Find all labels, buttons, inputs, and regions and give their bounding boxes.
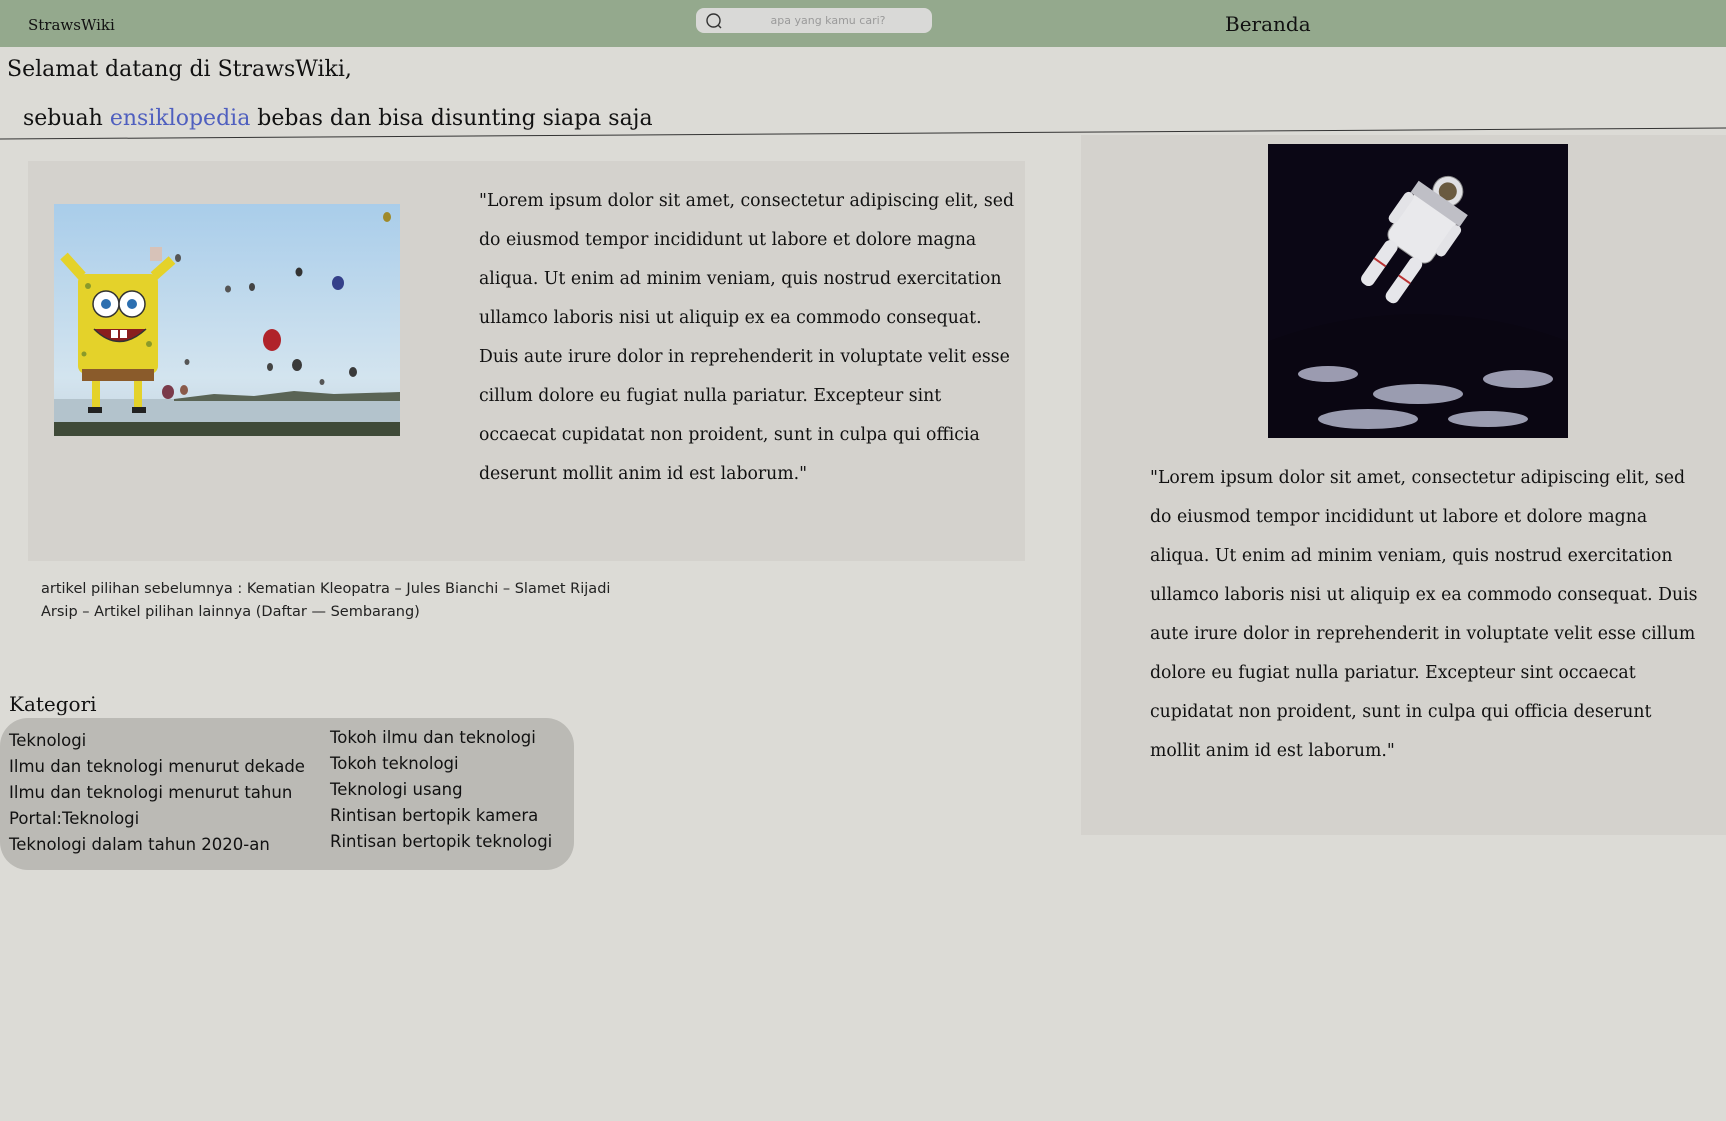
archive-row: Arsip – Artikel pilihan lainnya (Daftar … [41,604,420,620]
category-link[interactable]: Ilmu dan teknologi menurut tahun [9,780,305,806]
side-article-text: "Lorem ipsum dolor sit amet, consectetur… [1150,468,1698,761]
categories-left-column: Teknologi Ilmu dan teknologi menurut dek… [9,728,305,858]
side-article-panel: "Lorem ipsum dolor sit amet, consectetur… [1081,135,1726,835]
header-divider [0,127,1726,140]
prev-link-1[interactable]: Kematian Kleopatra [247,581,390,597]
astronaut-earth-photo [1268,144,1568,438]
category-link[interactable]: Rintisan bertopik teknologi [330,829,552,855]
list-link[interactable]: Daftar [261,604,306,620]
category-link[interactable]: Tokoh ilmu dan teknologi [330,725,552,751]
prev-link-3[interactable]: Slamet Rijadi [515,581,611,597]
category-link[interactable]: Teknologi [9,728,305,754]
category-link[interactable]: Rintisan bertopik kamera [330,803,552,829]
spongebob-balloon-photo [54,204,400,436]
archive-link[interactable]: Arsip [41,604,78,620]
previous-articles: artikel pilihan sebelumnya : Kematian Kl… [41,578,610,624]
category-link[interactable]: Teknologi usang [330,777,552,803]
previous-articles-row: artikel pilihan sebelumnya : Kematian Kl… [41,578,610,601]
categories-box: Teknologi Ilmu dan teknologi menurut dek… [0,718,574,870]
separator: – [389,581,407,597]
category-link[interactable]: Portal:Teknologi [9,806,305,832]
more-articles-link[interactable]: Artikel pilihan lainnya [94,604,251,620]
featured-article-text: "Lorem ipsum dolor sit amet, consectetur… [479,191,1015,484]
random-link[interactable]: Sembarang [331,604,415,620]
categories-right-column: Tokoh ilmu dan teknologi Tokoh teknologi… [330,725,552,855]
featured-article-panel: "Lorem ipsum dolor sit amet, consectetur… [28,161,1025,561]
separator: – [77,604,95,620]
categories-heading: Kategori [9,692,97,716]
prev-link-2[interactable]: Jules Bianchi [406,581,498,597]
featured-image[interactable] [54,204,400,436]
previous-label: artikel pilihan sebelumnya : [41,581,247,597]
separator: – [498,581,515,597]
separator: — [306,604,331,620]
side-image[interactable] [1268,144,1568,438]
category-link[interactable]: Teknologi dalam tahun 2020-an [9,832,305,858]
category-link[interactable]: Ilmu dan teknologi menurut dekade [9,754,305,780]
category-link[interactable]: Tokoh teknologi [330,751,552,777]
